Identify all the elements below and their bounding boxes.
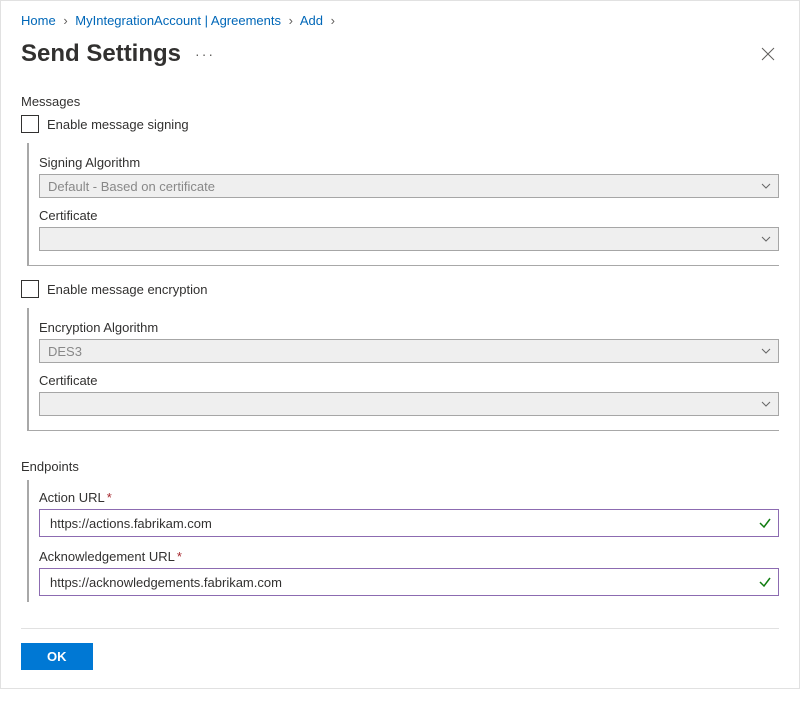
chevron-down-icon bbox=[760, 233, 772, 245]
chevron-right-icon: › bbox=[327, 13, 339, 28]
enable-signing-label: Enable message signing bbox=[47, 117, 189, 132]
signing-algorithm-value: Default - Based on certificate bbox=[48, 179, 215, 194]
encryption-algorithm-value: DES3 bbox=[48, 344, 82, 359]
enable-encryption-row: Enable message encryption bbox=[21, 280, 779, 298]
footer: OK bbox=[21, 628, 779, 670]
action-url-field-wrap bbox=[39, 509, 779, 537]
action-url-input[interactable] bbox=[48, 515, 750, 532]
breadcrumb-home[interactable]: Home bbox=[21, 13, 56, 28]
encryption-subpanel: Encryption Algorithm DES3 Certificate bbox=[27, 308, 779, 431]
required-star-icon: * bbox=[107, 490, 112, 505]
ack-url-label: Acknowledgement URL* bbox=[39, 549, 779, 564]
enable-signing-row: Enable message signing bbox=[21, 115, 779, 133]
endpoints-heading: Endpoints bbox=[21, 459, 779, 474]
send-settings-panel: Home › MyIntegrationAccount | Agreements… bbox=[0, 0, 800, 689]
enable-signing-checkbox[interactable] bbox=[21, 115, 39, 133]
encryption-certificate-label: Certificate bbox=[39, 373, 779, 388]
signing-certificate-select[interactable] bbox=[39, 227, 779, 251]
required-star-icon: * bbox=[177, 549, 182, 564]
signing-subpanel: Signing Algorithm Default - Based on cer… bbox=[27, 143, 779, 266]
breadcrumb: Home › MyIntegrationAccount | Agreements… bbox=[21, 1, 779, 34]
signing-algorithm-label: Signing Algorithm bbox=[39, 155, 779, 170]
title-row: Send Settings ··· bbox=[21, 40, 779, 68]
chevron-down-icon bbox=[760, 345, 772, 357]
breadcrumb-account[interactable]: MyIntegrationAccount | Agreements bbox=[75, 13, 281, 28]
signing-algorithm-select[interactable]: Default - Based on certificate bbox=[39, 174, 779, 198]
checkmark-icon bbox=[758, 575, 772, 589]
chevron-right-icon: › bbox=[285, 13, 297, 28]
page-title: Send Settings bbox=[21, 40, 181, 68]
ack-url-input[interactable] bbox=[48, 574, 750, 591]
chevron-down-icon bbox=[760, 398, 772, 410]
ok-button[interactable]: OK bbox=[21, 643, 93, 670]
ack-url-field-wrap bbox=[39, 568, 779, 596]
encryption-algorithm-label: Encryption Algorithm bbox=[39, 320, 779, 335]
chevron-down-icon bbox=[760, 180, 772, 192]
close-button[interactable] bbox=[757, 43, 779, 65]
checkmark-icon bbox=[758, 516, 772, 530]
signing-certificate-label: Certificate bbox=[39, 208, 779, 223]
encryption-certificate-select[interactable] bbox=[39, 392, 779, 416]
encryption-algorithm-select[interactable]: DES3 bbox=[39, 339, 779, 363]
more-actions-icon[interactable]: ··· bbox=[195, 46, 215, 62]
enable-encryption-checkbox[interactable] bbox=[21, 280, 39, 298]
breadcrumb-add[interactable]: Add bbox=[300, 13, 323, 28]
endpoints-group: Action URL* Acknowledgement URL* bbox=[27, 480, 779, 602]
action-url-label: Action URL* bbox=[39, 490, 779, 505]
chevron-right-icon: › bbox=[59, 13, 71, 28]
messages-heading: Messages bbox=[21, 94, 779, 109]
close-icon bbox=[761, 47, 775, 61]
enable-encryption-label: Enable message encryption bbox=[47, 282, 207, 297]
